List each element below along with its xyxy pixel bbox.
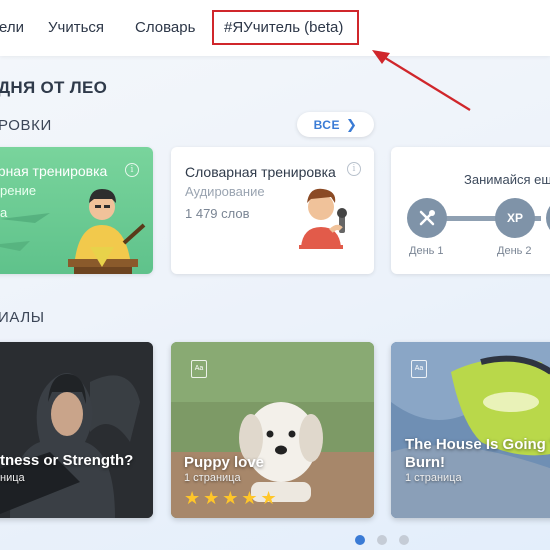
material-title: Burn! bbox=[405, 454, 445, 471]
nav-item-ya-teacher[interactable]: #ЯУчитель (beta) bbox=[224, 19, 343, 36]
chevron-right-icon: ❯ bbox=[345, 117, 358, 132]
all-label: ВСЕ bbox=[313, 118, 340, 132]
material-pages: 1 страница bbox=[184, 472, 241, 484]
training-card-green[interactable]: арная тренировка i рение а bbox=[0, 147, 153, 274]
day-label: День 1 bbox=[409, 245, 444, 257]
training-card-white[interactable]: Словарная тренировка i Аудирование 1 479… bbox=[171, 147, 374, 274]
material-title: The House Is Going To bbox=[405, 436, 550, 453]
xp-badge: XP bbox=[495, 198, 535, 238]
text-badge-icon: Aa bbox=[191, 360, 207, 378]
hooded-man-photo bbox=[0, 342, 153, 518]
material-card[interactable]: Aa Puppy love 1 страница ★★★★★ bbox=[171, 342, 374, 518]
material-card[interactable]: tness or Strength? ница bbox=[0, 342, 153, 518]
material-title: Puppy love bbox=[184, 454, 265, 471]
all-trainings-button[interactable]: ВСЕ ❯ bbox=[297, 112, 374, 137]
pagination-dot[interactable] bbox=[355, 535, 365, 545]
nav-item-partial[interactable]: ели bbox=[0, 19, 24, 36]
material-title: tness or Strength? bbox=[0, 452, 134, 469]
page-title: ДНЯ ОТ ЛЕО bbox=[0, 78, 108, 97]
material-card[interactable]: Aa The House Is Going To Burn! 1 страниц… bbox=[391, 342, 550, 518]
materials-heading: ИАЛЫ bbox=[0, 309, 45, 326]
pagination-dot[interactable] bbox=[399, 535, 409, 545]
annotation-arrow bbox=[372, 50, 471, 111]
singer-illustration bbox=[299, 188, 347, 249]
nav-item-dictionary[interactable]: Словарь bbox=[135, 19, 195, 36]
nav-item-learn[interactable]: Учиться bbox=[48, 19, 104, 36]
material-pages: ница bbox=[0, 472, 25, 484]
text-badge-icon: Aa bbox=[411, 360, 427, 378]
day-3-circle bbox=[546, 198, 550, 238]
streak-title: Занимайся еш bbox=[464, 172, 550, 187]
day-label: День 2 bbox=[497, 245, 532, 257]
streak-card: Занимайся еш XP День 1 День 2 bbox=[391, 147, 550, 274]
pagination-dot[interactable] bbox=[377, 535, 387, 545]
rating-stars: ★★★★★ bbox=[184, 488, 280, 508]
teacher-illustration bbox=[0, 189, 146, 274]
material-pages: 1 страница bbox=[405, 472, 462, 484]
trainings-heading: РОВКИ bbox=[0, 117, 52, 134]
fork-knife-icon bbox=[407, 198, 447, 238]
